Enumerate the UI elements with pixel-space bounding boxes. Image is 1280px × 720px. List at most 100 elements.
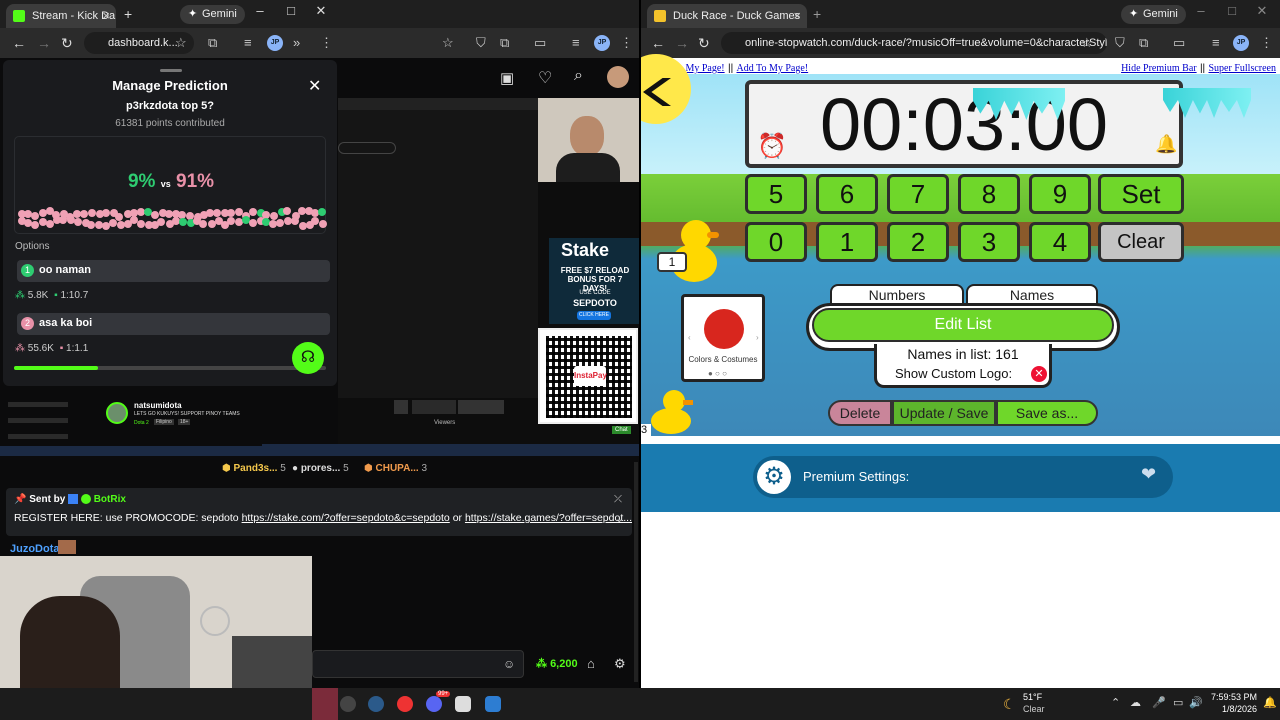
digit-3-button[interactable]: 3: [958, 222, 1020, 262]
url-field[interactable]: online-stopwatch.com/duck-race/?musicOff…: [721, 32, 1107, 54]
extensions-icon-2[interactable]: ⧉: [500, 35, 509, 51]
discord-icon[interactable]: [426, 696, 442, 712]
unpin-icon[interactable]: ⤫: [614, 494, 622, 505]
costume-next-icon[interactable]: ›: [756, 333, 759, 342]
leader-2[interactable]: ● prores... 5: [292, 463, 349, 474]
chat-label[interactable]: Chat: [612, 426, 631, 434]
leader-1[interactable]: ⬢ Pand3s... 5: [222, 463, 286, 474]
pinned-sender[interactable]: BotRix: [94, 494, 126, 505]
digit-0-button[interactable]: 0: [745, 222, 807, 262]
forward-icon[interactable]: →: [675, 35, 689, 51]
sound-icon[interactable]: 🔔: [1155, 134, 1177, 155]
new-tab-icon[interactable]: +: [813, 6, 821, 22]
more-tabs-icon[interactable]: »: [293, 35, 300, 50]
chat-input[interactable]: ☺: [312, 650, 524, 678]
taskbar-active-app[interactable]: [312, 688, 338, 720]
reading-list-icon[interactable]: ≡: [1212, 35, 1220, 50]
profile-avatar[interactable]: JP: [267, 35, 283, 51]
tab-kick-stream[interactable]: Stream - Kick Da ×: [6, 4, 116, 28]
profile-avatar[interactable]: JP: [1233, 35, 1249, 51]
bookmark-star-icon[interactable]: ☆: [1081, 35, 1093, 51]
bookmark-star-icon-2[interactable]: ☆: [442, 35, 454, 51]
tab-duck-race[interactable]: Duck Race - Duck Games ×: [647, 4, 807, 28]
maximize-icon[interactable]: □: [1222, 3, 1242, 18]
clear-button[interactable]: Clear: [1098, 222, 1184, 262]
menu-icon[interactable]: ⋮: [1260, 35, 1273, 51]
obs-icon[interactable]: [340, 696, 356, 712]
digit-4-button[interactable]: 4: [1029, 222, 1091, 262]
close-icon[interactable]: ✕: [308, 76, 321, 96]
super-fullscreen-link[interactable]: Super Fullscreen: [1209, 63, 1277, 74]
minimize-icon[interactable]: –: [1191, 3, 1211, 18]
weather-desc[interactable]: Clear: [1023, 704, 1045, 714]
stake-click-button[interactable]: CLICK HERE: [577, 311, 611, 320]
costumes-card[interactable]: Colors & Costumes ‹ › ● ○ ○: [681, 294, 765, 382]
support-headset-icon[interactable]: ☊: [292, 342, 324, 374]
leader-3[interactable]: ⬢ CHUPA... 3: [364, 463, 427, 474]
close-window-icon[interactable]: ✕: [311, 3, 331, 19]
digit-5-button[interactable]: 5: [745, 174, 807, 214]
reading-list-icon-2[interactable]: ≡: [572, 35, 580, 50]
set-button[interactable]: Set: [1098, 174, 1184, 214]
volume-icon[interactable]: 🔊: [1189, 696, 1203, 709]
cast-icon[interactable]: ▭: [534, 35, 546, 51]
notepad-icon[interactable]: [485, 696, 501, 712]
close-tab-icon[interactable]: ×: [102, 4, 110, 28]
shield-icon[interactable]: ⛉: [476, 35, 486, 51]
follow-heart-icon[interactable]: ♡: [538, 68, 552, 88]
reload-icon[interactable]: ↻: [698, 35, 710, 52]
hide-premium-link[interactable]: Hide Premium Bar: [1121, 63, 1197, 74]
youtube-icon[interactable]: [397, 696, 413, 712]
minimize-icon[interactable]: –: [250, 3, 270, 18]
reload-icon[interactable]: ↻: [61, 35, 73, 52]
close-tab-icon[interactable]: ×: [793, 4, 801, 28]
maximize-icon[interactable]: □: [281, 3, 301, 18]
save-as-button[interactable]: Save as...: [996, 400, 1098, 426]
costume-prev-icon[interactable]: ‹: [688, 333, 691, 342]
digit-9-button[interactable]: 9: [1029, 174, 1091, 214]
pinned-link-1[interactable]: https://stake.com/?offer=sepdoto&c=sepdo…: [242, 512, 450, 524]
digit-1-button[interactable]: 1: [816, 222, 878, 262]
tray-chevron-icon[interactable]: ⌃: [1111, 696, 1120, 709]
premium-settings-pill[interactable]: ⚙ Premium Settings: ❤: [753, 456, 1173, 498]
option-2[interactable]: 2 asa ka boi: [17, 313, 330, 335]
weather-temp[interactable]: 51°F: [1023, 692, 1042, 702]
digit-8-button[interactable]: 8: [958, 174, 1020, 214]
points-balance[interactable]: ⁂ 6,200: [536, 657, 578, 670]
close-window-icon[interactable]: ✕: [1252, 3, 1272, 19]
chat-username[interactable]: JuzoDota:: [10, 543, 63, 555]
alarm-clock-icon[interactable]: ⏰: [757, 132, 787, 161]
digit-2-button[interactable]: 2: [887, 222, 949, 262]
emoji-icon[interactable]: ☺: [503, 657, 515, 671]
clock-date[interactable]: 1/8/2026: [1207, 704, 1257, 714]
stake-ad[interactable]: Stake FREE $7 RELOAD BONUS FOR 7 DAYS! U…: [549, 238, 639, 324]
notification-bell-icon[interactable]: 🔔: [1263, 696, 1277, 709]
app-icon[interactable]: [455, 696, 471, 712]
gemini-button[interactable]: Gemini: [180, 5, 245, 24]
back-icon[interactable]: ←: [12, 35, 26, 51]
new-tab-icon[interactable]: +: [124, 6, 132, 22]
chat-scrollbar[interactable]: [634, 462, 638, 682]
extensions-icon[interactable]: ⧉: [1139, 35, 1148, 51]
menu-icon-2[interactable]: ⋮: [620, 35, 633, 51]
add-to-page-link[interactable]: Add To My Page!: [737, 63, 809, 74]
steam-icon[interactable]: [368, 696, 384, 712]
drag-handle[interactable]: [160, 69, 182, 72]
shield-icon[interactable]: ⛉: [1115, 35, 1125, 51]
gemini-button[interactable]: Gemini: [1121, 5, 1186, 24]
extensions-icon[interactable]: ⧉: [208, 35, 217, 51]
profile-avatar-2[interactable]: JP: [594, 35, 610, 51]
digit-6-button[interactable]: 6: [816, 174, 878, 214]
pinned-link-2[interactable]: https://stake.games/?offer=sepdot...: [465, 512, 632, 524]
back-icon[interactable]: ←: [651, 35, 665, 51]
digit-7-button[interactable]: 7: [887, 174, 949, 214]
delete-button[interactable]: Delete: [828, 400, 892, 426]
network-icon[interactable]: ▭: [1173, 696, 1183, 709]
stream-video[interactable]: Stake FREE $7 RELOAD BONUS FOR 7 DAYS! U…: [106, 98, 639, 456]
bookmark-star-icon[interactable]: ☆: [175, 35, 187, 51]
option-1[interactable]: 1 oo naman: [17, 260, 330, 282]
store-icon[interactable]: ⌂: [587, 656, 595, 671]
search-icon[interactable]: ⌕: [574, 67, 583, 85]
user-avatar[interactable]: [607, 66, 629, 88]
menu-icon[interactable]: ⋮: [320, 35, 333, 51]
